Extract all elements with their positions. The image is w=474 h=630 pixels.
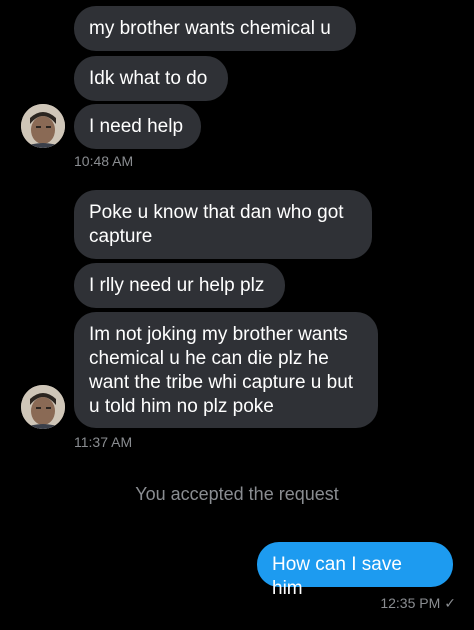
message-timestamp: 10:48 AM [74,153,134,169]
avatar[interactable] [21,385,65,429]
avatar[interactable] [21,104,65,148]
incoming-message[interactable]: Poke u know that dan who got capture [74,190,372,259]
check-icon: ✓ [444,595,456,611]
user-avatar-icon [21,104,65,148]
system-message: You accepted the request [135,484,339,504]
message-timestamp: 12:35 PM [380,595,441,611]
incoming-message[interactable]: Idk what to do [74,56,228,101]
incoming-message[interactable]: my brother wants chemical u [74,6,356,51]
outgoing-message[interactable]: How can I save him [257,542,453,599]
incoming-message[interactable]: I need help [74,104,201,149]
message-timestamp: 11:37 AM [74,434,133,450]
incoming-message[interactable]: I rlly need ur help plz [74,263,285,308]
user-avatar-icon [21,385,65,429]
outgoing-timestamp-row: 12:35 PM ✓ [380,595,456,612]
incoming-message[interactable]: Im not joking my brother wants chemical … [74,312,378,428]
